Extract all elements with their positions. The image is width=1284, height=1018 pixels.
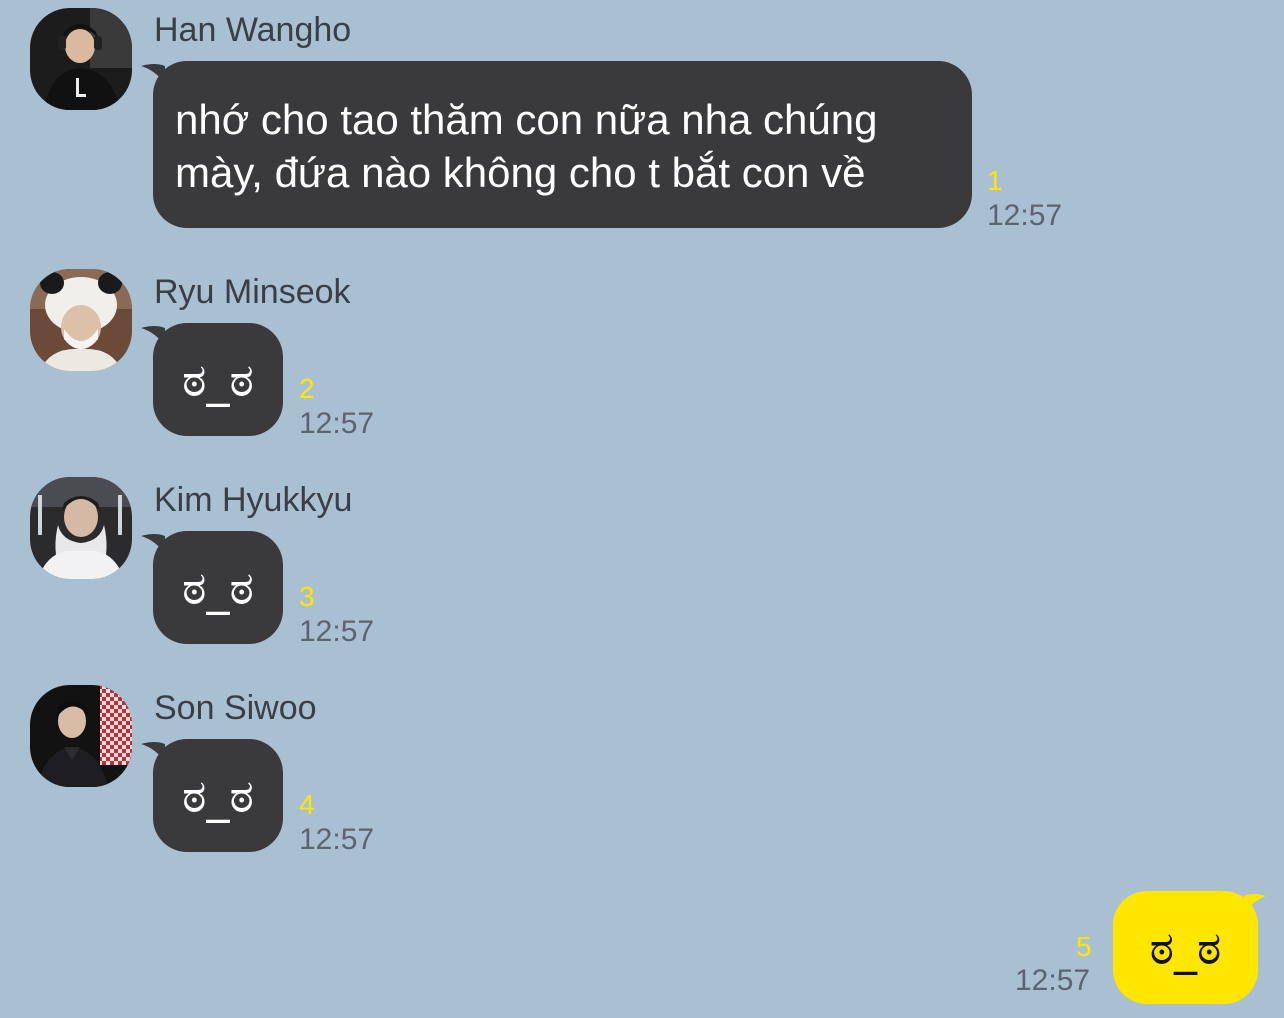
unread-count: 3 bbox=[299, 581, 315, 612]
message-time: 12:57 bbox=[299, 615, 375, 648]
message-bubble[interactable]: ಠ_ಠ bbox=[141, 323, 283, 436]
unread-count: 1 bbox=[987, 165, 1003, 196]
message-text: ಠ_ಠ bbox=[182, 768, 254, 823]
unread-count: 2 bbox=[299, 373, 315, 404]
message-bubble[interactable]: nhớ cho tao thăm con nữa nha chúng mày, … bbox=[141, 61, 972, 228]
avatar[interactable] bbox=[30, 269, 132, 371]
unread-count: 4 bbox=[299, 789, 315, 820]
avatar-han-wangho-icon bbox=[30, 8, 132, 110]
sender-name: Han Wangho bbox=[154, 11, 352, 49]
message-text: ಠ_ಠ bbox=[1149, 920, 1222, 975]
avatar[interactable] bbox=[30, 477, 132, 579]
message-time: 12:57 bbox=[299, 823, 375, 856]
my-message-bubble[interactable]: ಠ_ಠ bbox=[1113, 891, 1266, 1004]
avatar-ryu-minseok-icon bbox=[30, 269, 132, 371]
sender-name: Son Siwoo bbox=[154, 689, 317, 727]
avatar-kim-hyukkyu-icon bbox=[30, 477, 132, 579]
avatar[interactable] bbox=[30, 8, 132, 110]
message-bubble[interactable]: ಠ_ಠ bbox=[141, 739, 283, 852]
bubble-tail bbox=[1244, 894, 1266, 914]
sender-name: Ryu Minseok bbox=[154, 273, 351, 311]
message-time: 12:57 bbox=[987, 199, 1063, 232]
message-time: 12:57 bbox=[299, 407, 375, 440]
message-text: ಠ_ಠ bbox=[182, 352, 254, 407]
message-time: 12:57 bbox=[1015, 964, 1091, 997]
avatar-son-siwoo-icon bbox=[30, 685, 132, 787]
sender-name: Kim Hyukkyu bbox=[154, 481, 353, 519]
avatar[interactable] bbox=[30, 685, 132, 787]
message-bubble[interactable]: ಠ_ಠ bbox=[141, 531, 283, 644]
unread-count: 5 bbox=[1076, 931, 1092, 962]
message-text: ಠ_ಠ bbox=[182, 560, 254, 615]
message-text: nhớ cho tao thăm con nữa nha chúng mày, … bbox=[175, 96, 878, 196]
